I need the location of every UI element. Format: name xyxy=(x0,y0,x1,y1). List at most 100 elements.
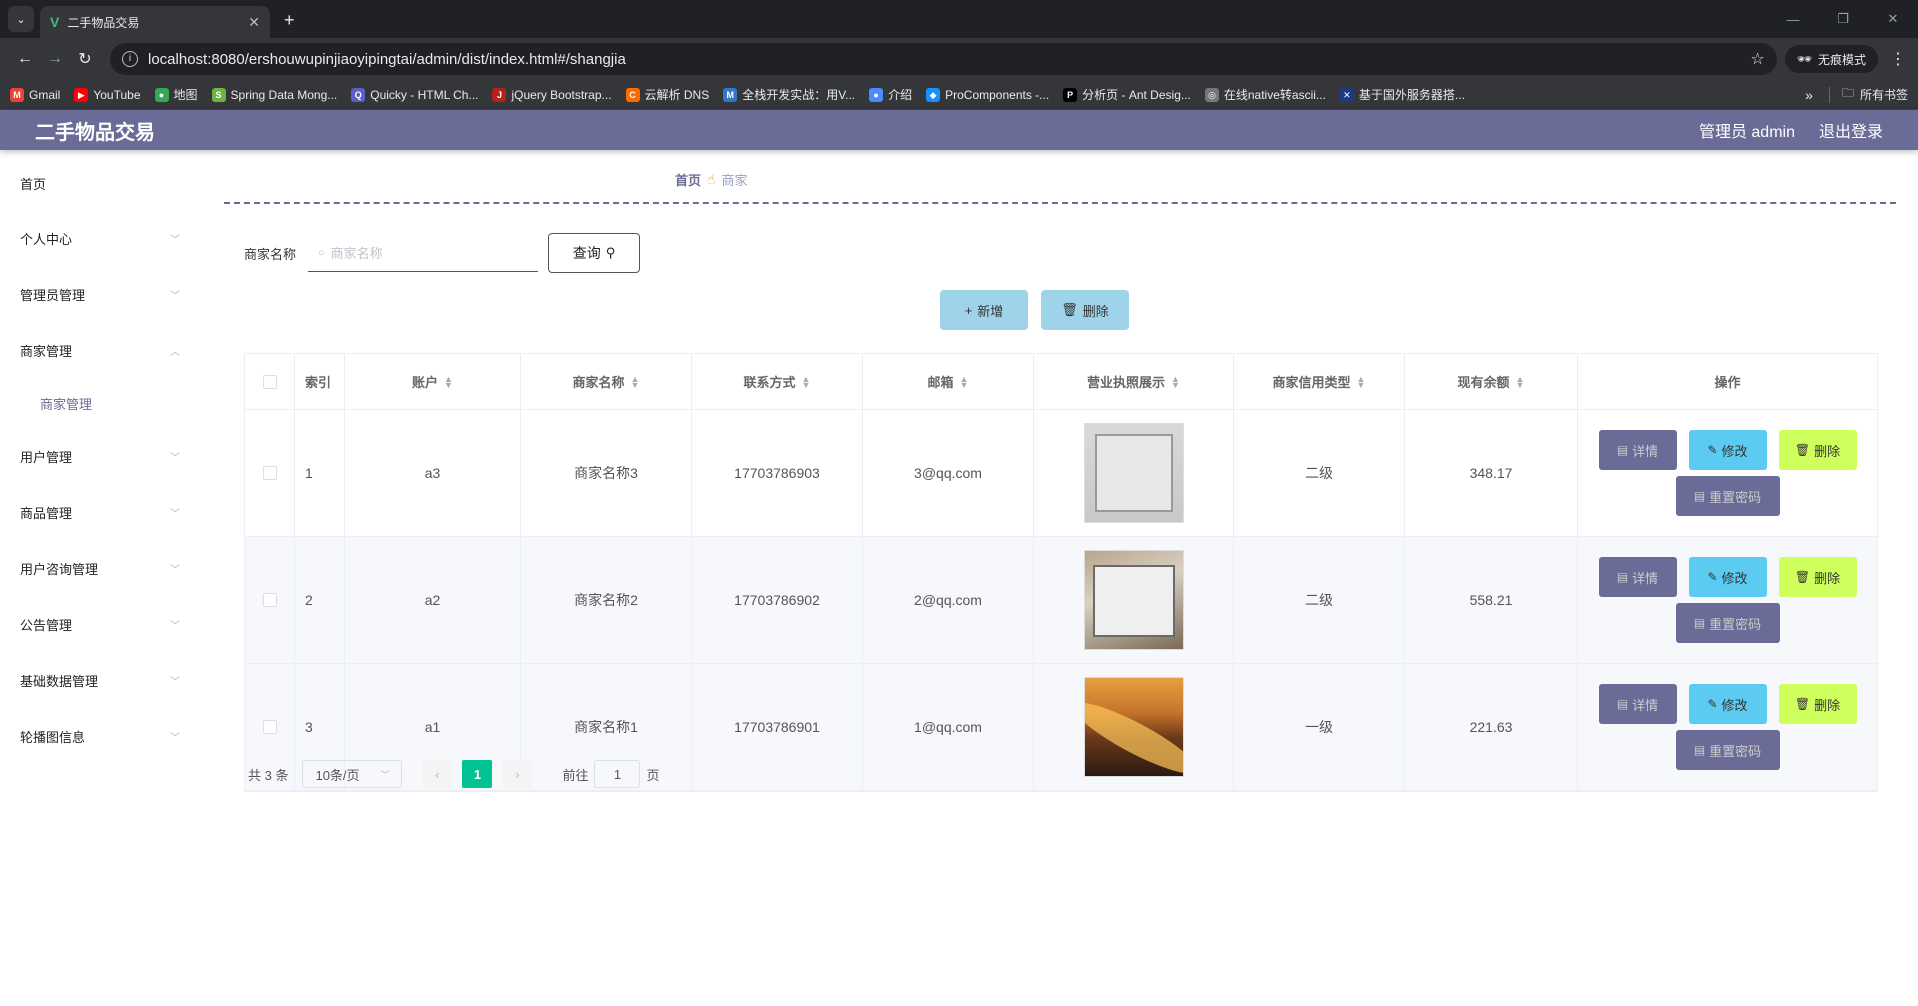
all-bookmarks-link[interactable]: 所有书签 xyxy=(1860,86,1908,103)
browser-menu-icon[interactable]: ⋮ xyxy=(1888,49,1908,69)
goto-page-input[interactable]: 1 xyxy=(594,760,641,788)
action-buttons: + 新增 🗑 删除 xyxy=(940,290,1129,330)
sidebar-item-product-management[interactable]: 商品管理 ﹀ xyxy=(0,484,200,540)
bookmark-item[interactable]: S Spring Data Mong... xyxy=(211,86,337,103)
reset-password-button[interactable]: ▤ 重置密码 xyxy=(1675,730,1780,770)
license-image[interactable] xyxy=(1083,550,1184,650)
bookmark-item[interactable]: ● 介绍 xyxy=(869,86,912,103)
sidebar-item-consultation-management[interactable]: 用户咨询管理 ﹀ xyxy=(0,540,200,596)
tab-close-icon[interactable]: ✕ xyxy=(248,14,260,31)
logout-button[interactable]: 退出登录 xyxy=(1819,118,1883,142)
detail-button[interactable]: ▤ 详情 xyxy=(1598,557,1677,597)
minimize-icon[interactable]: — xyxy=(1768,12,1818,27)
detail-button[interactable]: ▤ 详情 xyxy=(1598,430,1677,470)
bookmark-item[interactable]: ◎ 在线native转ascii... xyxy=(1204,86,1326,103)
license-cell xyxy=(1034,537,1234,663)
header-email[interactable]: 邮箱 ▲ ▼ xyxy=(863,354,1034,409)
row-checkbox[interactable] xyxy=(262,720,277,734)
tab-search-button[interactable]: ⌄ xyxy=(8,6,34,32)
next-page-button[interactable]: › xyxy=(502,760,533,788)
edit-button[interactable]: ✎ 修改 xyxy=(1688,684,1767,724)
bookmark-item[interactable]: M Gmail xyxy=(10,86,60,103)
bookmark-item[interactable]: ◆ ProComponents -... xyxy=(926,86,1049,103)
bookmark-item[interactable]: M 全栈开发实战：用V... xyxy=(723,86,855,103)
bookmark-item[interactable]: JjQuery Bootstrap... xyxy=(492,86,612,103)
bookmark-item[interactable]: ▶ YouTube xyxy=(74,86,141,103)
sidebar-item-base-data-management[interactable]: 基础数据管理 ﹀ xyxy=(0,652,200,708)
query-button[interactable]: 查询 ⚲ xyxy=(548,233,641,273)
detail-button[interactable]: ▤ 详情 xyxy=(1598,684,1677,724)
bookmark-favicon-icon: M xyxy=(723,87,738,102)
header-phone[interactable]: 联系方式 ▲ ▼ xyxy=(692,354,863,409)
sidebar-item-user-management[interactable]: 用户管理 ﹀ xyxy=(0,428,200,484)
sort-icon[interactable]: ▲ ▼ xyxy=(1171,374,1180,389)
goto-page: 前往 1 页 xyxy=(562,760,660,788)
sort-icon[interactable]: ▲ ▼ xyxy=(802,374,811,389)
delete-button[interactable]: 🗑 删除 xyxy=(1778,430,1857,470)
bookmark-item[interactable]: ● 地图 xyxy=(154,86,198,103)
edit-button[interactable]: ✎ 修改 xyxy=(1688,557,1767,597)
incognito-indicator[interactable]: 🕶 无痕模式 xyxy=(1784,45,1878,73)
header-balance[interactable]: 现有余额 ▲ ▼ xyxy=(1405,354,1578,409)
reload-icon[interactable]: ↻ xyxy=(70,49,100,69)
bookmarks-overflow-icon[interactable]: » xyxy=(1805,87,1813,103)
bookmark-item[interactable]: ✕ 基于国外服务器搭... xyxy=(1339,86,1465,103)
sort-icon[interactable]: ▲ ▼ xyxy=(444,374,453,389)
sidebar-subitem-merchant-management[interactable]: 商家管理 xyxy=(0,378,200,428)
sidebar-item-carousel-info[interactable]: 轮播图信息 ﹀ xyxy=(0,708,200,764)
merchant-name-search-input[interactable]: ○ 商家名称 xyxy=(308,234,539,272)
breadcrumb-home[interactable]: 首页 xyxy=(675,170,701,189)
bookmark-label: 云解析 DNS xyxy=(644,88,710,102)
bookmark-favicon-icon: ◎ xyxy=(1204,87,1219,102)
bookmark-item[interactable]: P 分析页 - Ant Desig... xyxy=(1063,86,1191,103)
row-checkbox[interactable] xyxy=(262,466,277,480)
edit-label: 修改 xyxy=(1721,443,1748,459)
chevron-down-icon: ﹀ xyxy=(380,769,390,780)
header-merchant-name[interactable]: 商家名称 ▲ ▼ xyxy=(521,354,692,409)
reset-password-button[interactable]: ▤ 重置密码 xyxy=(1675,603,1780,643)
sort-icon[interactable]: ▲ ▼ xyxy=(960,374,969,389)
browser-tab[interactable]: V 二手物品交易 ✕ xyxy=(40,6,270,38)
sort-icon[interactable]: ▲ ▼ xyxy=(631,374,640,389)
header-account[interactable]: 账户 ▲ ▼ xyxy=(345,354,521,409)
bookmark-star-icon[interactable]: ☆ xyxy=(1750,49,1764,69)
header-license[interactable]: 营业执照展示 ▲ ▼ xyxy=(1034,354,1234,409)
sidebar-item-admin-management[interactable]: 管理员管理 ﹀ xyxy=(0,266,200,322)
license-image[interactable] xyxy=(1083,677,1184,777)
address-bar[interactable]: i localhost:8080/ershouwupinjiaoyipingta… xyxy=(110,43,1777,75)
reset-password-label: 重置密码 xyxy=(1709,743,1762,759)
license-image[interactable] xyxy=(1083,423,1184,523)
page-number-current[interactable]: 1 xyxy=(462,760,493,788)
select-all-checkbox[interactable] xyxy=(262,374,277,389)
delete-button[interactable]: 🗑 删除 xyxy=(1778,684,1857,724)
sidebar-item-personal-center[interactable]: 个人中心 ﹀ xyxy=(0,210,200,266)
bookmark-item[interactable]: Q Quicky - HTML Ch... xyxy=(351,86,478,103)
sidebar-item-home[interactable]: 首页 xyxy=(0,168,200,198)
bulk-delete-button[interactable]: 🗑 删除 xyxy=(1041,290,1129,330)
edit-button[interactable]: ✎ 修改 xyxy=(1688,430,1767,470)
row-checkbox[interactable] xyxy=(262,593,277,607)
restore-icon[interactable]: ❐ xyxy=(1818,11,1868,27)
sidebar-item-label: 商家管理 xyxy=(20,343,73,359)
site-info-icon[interactable]: i xyxy=(122,51,138,67)
page-size-select[interactable]: 10条/页 ﹀ xyxy=(302,760,403,788)
hand-pointer-icon: ☝ xyxy=(707,171,716,187)
sidebar-item-merchant-management[interactable]: 商家管理 ︿ xyxy=(0,322,200,378)
pagination-total: 共 3 条 xyxy=(248,767,289,783)
sort-icon[interactable]: ▲ ▼ xyxy=(1516,374,1525,389)
delete-button[interactable]: 🗑 删除 xyxy=(1778,557,1857,597)
browser-tab-strip: ⌄ V 二手物品交易 ✕ + — ❐ ✕ xyxy=(0,0,1918,38)
sidebar-item-notice-management[interactable]: 公告管理 ﹀ xyxy=(0,596,200,652)
back-icon[interactable]: ← xyxy=(10,50,40,68)
sort-icon[interactable]: ▲ ▼ xyxy=(1357,374,1366,389)
prev-page-button[interactable]: ‹ xyxy=(422,760,453,788)
forward-icon[interactable]: → xyxy=(40,50,70,68)
new-tab-icon[interactable]: + xyxy=(284,10,295,31)
header-credit-type[interactable]: 商家信用类型 ▲ ▼ xyxy=(1234,354,1405,409)
close-window-icon[interactable]: ✕ xyxy=(1868,11,1918,27)
phone-cell: 17703786902 xyxy=(692,537,863,663)
reset-password-button[interactable]: ▤ 重置密码 xyxy=(1675,476,1780,516)
add-button[interactable]: + 新增 xyxy=(940,290,1028,330)
table-row: 2 a2 商家名称2 17703786902 2@qq.com 二级 558.2… xyxy=(245,537,1877,664)
bookmark-item[interactable]: C 云解析 DNS xyxy=(625,86,710,103)
